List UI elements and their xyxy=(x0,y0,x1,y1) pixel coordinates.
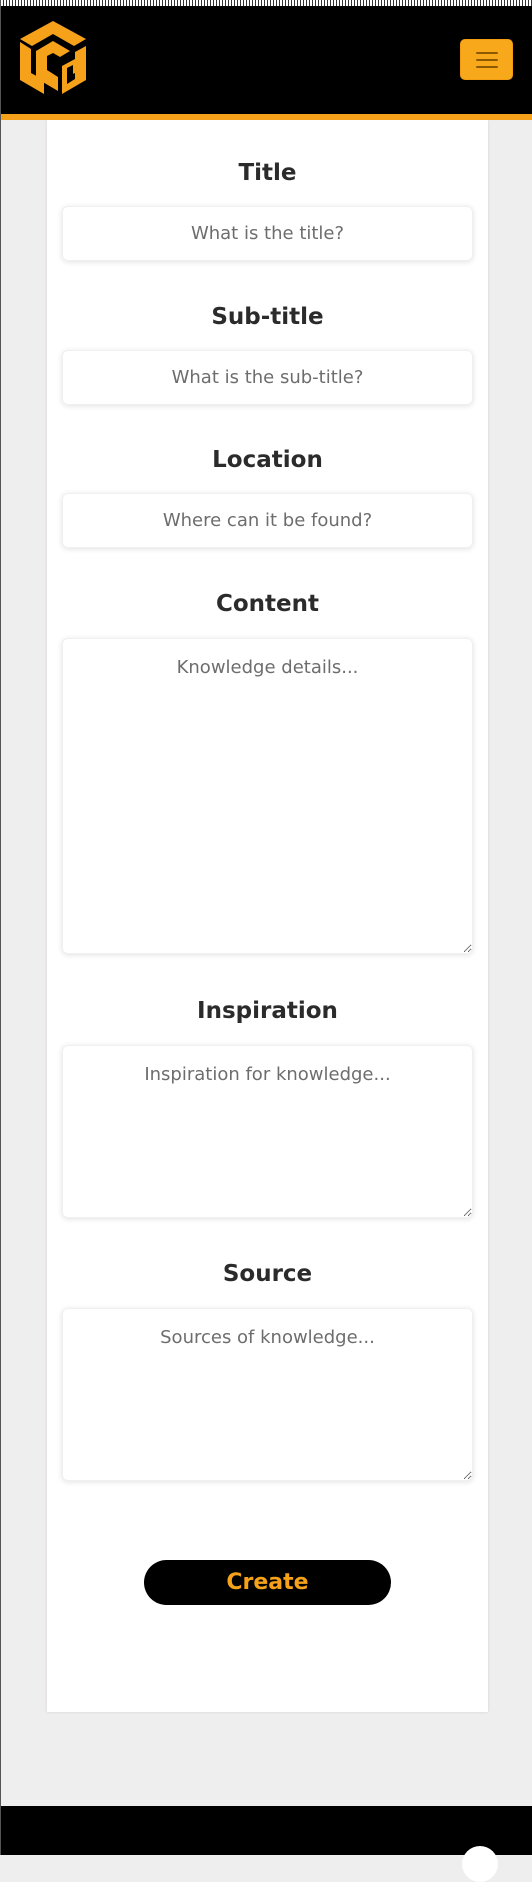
hamburger-icon-bar xyxy=(475,58,498,61)
left-edge-border xyxy=(0,0,1,1855)
source-textarea[interactable] xyxy=(62,1308,473,1481)
content-textarea[interactable] xyxy=(62,638,473,954)
knowledge-form-card: Title Sub-title Location Content Inspira… xyxy=(47,120,488,1712)
hamburger-icon-bar xyxy=(475,65,498,68)
inspiration-textarea[interactable] xyxy=(62,1045,473,1218)
footer-bar xyxy=(0,1806,532,1855)
hamburger-icon xyxy=(475,51,498,54)
inspiration-label: Inspiration xyxy=(197,998,338,1024)
location-label: Location xyxy=(212,447,323,473)
location-input[interactable] xyxy=(62,493,473,548)
subtitle-label: Sub-title xyxy=(211,304,324,330)
cg-cube-logo[interactable] xyxy=(16,18,90,100)
content-label: Content xyxy=(215,591,320,617)
subtitle-input[interactable] xyxy=(62,350,473,405)
menu-toggle-button[interactable] xyxy=(460,39,513,80)
dotted-top-border xyxy=(0,0,532,6)
create-button[interactable]: Create xyxy=(144,1560,391,1605)
chat-bubble-icon[interactable] xyxy=(462,1846,498,1882)
title-input[interactable] xyxy=(62,206,473,261)
top-navbar xyxy=(0,0,532,120)
title-label: Title xyxy=(238,160,297,186)
source-label: Source xyxy=(222,1261,313,1287)
